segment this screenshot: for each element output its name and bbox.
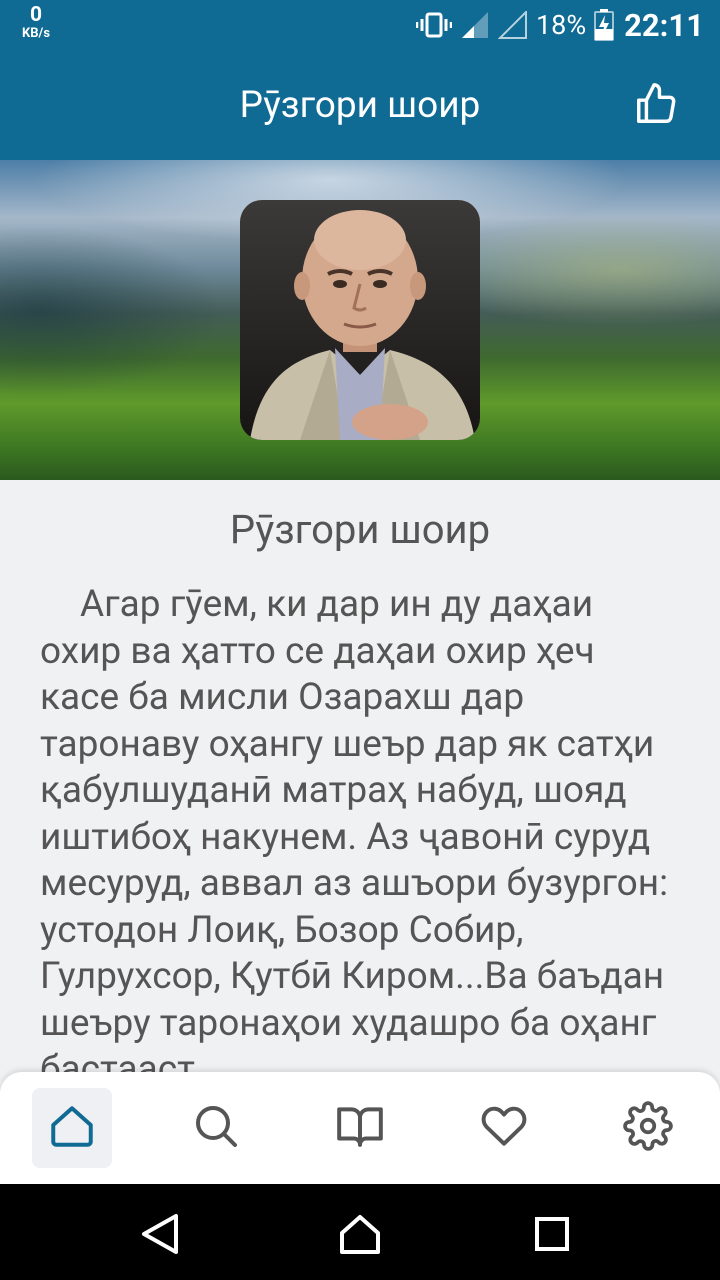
heart-icon <box>479 1101 529 1155</box>
recents-icon <box>534 1216 570 1256</box>
status-indicators: 18% 22:11 <box>415 0 704 50</box>
app-bar: Рӯзгори шоир <box>0 50 720 160</box>
status-bar: 0 KB/s 18% 22:11 <box>0 0 720 50</box>
home-icon <box>47 1101 97 1155</box>
battery-percent: 18% <box>535 9 587 41</box>
home-outline-icon <box>338 1213 382 1259</box>
clock: 22:11 <box>624 6 704 44</box>
biography-text: Агар гӯем, ки дар ин ду даҳаи охир ва ҳа… <box>40 583 669 1080</box>
bottom-navigation <box>0 1072 720 1184</box>
nav-favorites[interactable] <box>464 1088 544 1168</box>
system-home-button[interactable] <box>336 1212 384 1260</box>
vibrate-icon <box>415 11 452 39</box>
network-speed-unit: KB/s <box>21 26 51 41</box>
thumbs-up-icon <box>633 81 679 131</box>
book-icon <box>335 1101 385 1155</box>
nav-settings[interactable] <box>608 1088 688 1168</box>
app-title: Рӯзгори шоир <box>239 84 481 127</box>
network-speed-value: 0 <box>29 3 43 27</box>
signal-empty-icon <box>497 11 528 39</box>
system-recents-button[interactable] <box>528 1212 576 1260</box>
hero-banner <box>0 160 720 480</box>
back-icon <box>140 1213 180 1259</box>
content-area[interactable]: Рӯзгори шоир Агар гӯем, ки дар ин ду даҳ… <box>0 480 720 1080</box>
system-back-button[interactable] <box>136 1212 184 1260</box>
signal-icon <box>460 11 490 39</box>
system-navigation-bar <box>0 1184 720 1280</box>
gear-icon <box>623 1101 673 1155</box>
author-portrait <box>240 200 480 440</box>
nav-search[interactable] <box>176 1088 256 1168</box>
like-button[interactable] <box>628 78 684 134</box>
section-title: Рӯзгори шоир <box>229 506 491 553</box>
search-icon <box>192 1102 240 1154</box>
network-speed: 0 KB/s <box>18 3 54 41</box>
nav-home[interactable] <box>32 1088 112 1168</box>
nav-library[interactable] <box>320 1088 400 1168</box>
battery-charging-icon <box>594 9 615 41</box>
